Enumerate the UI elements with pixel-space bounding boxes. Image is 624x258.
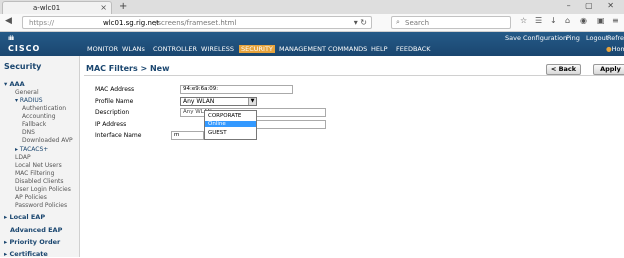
sidebar-item-aaa[interactable]: ▾ AAA <box>4 80 25 88</box>
sidebar-item-fallback[interactable]: Fallback <box>22 121 46 128</box>
back-arrow-icon[interactable]: ◀ <box>5 16 12 26</box>
app-header: ıılıılıı CISCO Save Configuration Ping L… <box>0 32 624 56</box>
home-label: Home <box>611 45 624 53</box>
tab-title: a-wlc01 <box>33 4 61 12</box>
logout-link[interactable]: Logout <box>586 34 608 42</box>
sidebar-item-mac-filtering[interactable]: MAC Filtering <box>15 170 54 177</box>
dropdown-option-corporate[interactable]: CORPORATE <box>208 113 241 119</box>
sidebar-item-accounting[interactable]: Accounting <box>22 113 56 120</box>
sidebar-item-radius[interactable]: ▾ RADIUS <box>15 97 43 104</box>
menu-commands[interactable]: COMMANDS <box>328 45 367 53</box>
download-icon[interactable]: ↓ <box>550 16 557 25</box>
back-button[interactable]: < Back <box>546 64 581 75</box>
ping-link[interactable]: Ping <box>566 34 580 42</box>
search-input[interactable]: ⌕ Search <box>391 16 511 29</box>
url-scheme: https:// <box>29 19 55 27</box>
cisco-logo: CISCO <box>8 44 41 53</box>
reload-icon[interactable]: ▾ ↻ <box>354 18 367 27</box>
save-configuration-link[interactable]: Save Configuration <box>505 34 567 42</box>
sidebar-item-authentication[interactable]: Authentication <box>22 105 66 112</box>
sidebar-item-user-login-policies[interactable]: User Login Policies <box>15 186 71 193</box>
sidebar-item-dns[interactable]: DNS <box>22 129 35 136</box>
profile-name-select[interactable]: Any WLAN ▼ <box>180 97 257 106</box>
home-link[interactable]: ●Home <box>606 45 624 53</box>
title-divider <box>84 75 624 76</box>
url-path: /screens/frameset.html <box>155 19 237 27</box>
description-label: Description <box>95 109 130 116</box>
bookmark-star-icon[interactable]: ☆ <box>520 16 527 25</box>
close-tab-icon[interactable]: × <box>100 3 107 12</box>
cisco-logo-icon: ıılıılıı <box>8 35 14 42</box>
extension-icon[interactable]: ▣ <box>597 16 605 25</box>
sidebar-item-disabled-clients[interactable]: Disabled Clients <box>15 178 63 185</box>
chat-icon[interactable]: ◉ <box>580 16 587 25</box>
mac-address-label: MAC Address <box>95 86 135 93</box>
new-tab-icon[interactable]: + <box>119 1 127 12</box>
sidebar-item-ldap[interactable]: LDAP <box>15 154 31 161</box>
sidebar-item-local-net-users[interactable]: Local Net Users <box>15 162 62 169</box>
reading-list-icon[interactable]: ☰ <box>535 16 542 25</box>
browser-tab[interactable]: a-wlc01 × <box>2 1 112 14</box>
sidebar-item-password-policies[interactable]: Password Policies <box>15 202 67 209</box>
sidebar-item-tacacs[interactable]: ▸ TACACS+ <box>15 146 48 153</box>
home-icon[interactable]: ⌂ <box>565 16 570 25</box>
interface-name-label: Interface Name <box>95 132 142 139</box>
address-bar[interactable]: https:// wlc01.sg.rig.net /screens/frame… <box>22 16 372 29</box>
menu-feedback[interactable]: FEEDBACK <box>396 45 431 53</box>
menu-controller[interactable]: CONTROLLER <box>153 45 197 53</box>
ip-address-label: IP Address <box>95 121 127 128</box>
search-icon: ⌕ <box>396 18 400 26</box>
page-title: MAC Filters > New <box>86 64 170 73</box>
menu-management[interactable]: MANAGEMENT <box>279 45 326 53</box>
ip-address-field[interactable] <box>257 120 326 129</box>
menu-wlans[interactable]: WLANs <box>122 45 145 53</box>
search-placeholder: Search <box>405 19 430 27</box>
profile-dropdown-list: CORPORATE Online GUEST <box>204 110 257 140</box>
profile-name-label: Profile Name <box>95 98 134 105</box>
sidebar-title: Security <box>4 62 42 71</box>
sidebar-item-downloaded-avp[interactable]: Downloaded AVP <box>22 137 73 144</box>
browser-tab-strip: a-wlc01 × + – ▢ ✕ <box>0 0 624 14</box>
profile-name-value: Any WLAN <box>183 98 215 105</box>
mac-address-field[interactable]: 94:e9:6a:09: <box>180 85 293 94</box>
sidebar-item-general[interactable]: General <box>15 89 39 96</box>
sidebar-item-priority-order[interactable]: ▸ Priority Order <box>4 238 60 246</box>
menu-monitor[interactable]: MONITOR <box>87 45 118 53</box>
chevron-down-icon[interactable]: ▼ <box>248 98 256 105</box>
url-host: wlc01.sg.rig.net <box>103 19 159 27</box>
menu-security[interactable]: SECURITY <box>239 45 275 53</box>
menu-help[interactable]: HELP <box>371 45 388 53</box>
menu-wireless[interactable]: WIRELESS <box>201 45 234 53</box>
interface-name-select[interactable]: m <box>171 131 204 140</box>
refresh-link[interactable]: Refresh <box>607 34 624 42</box>
sidebar-item-local-eap[interactable]: ▸ Local EAP <box>4 213 45 221</box>
dropdown-option-guest[interactable]: GUEST <box>208 130 227 136</box>
apply-button[interactable]: Apply <box>593 64 624 75</box>
sidebar-item-ap-policies[interactable]: AP Policies <box>15 194 47 201</box>
window-controls[interactable]: – ▢ ✕ <box>567 1 620 10</box>
menu-icon[interactable]: ≡ <box>612 16 619 25</box>
dropdown-option-online[interactable]: Online <box>205 121 256 127</box>
browser-nav-bar: ◀ https:// wlc01.sg.rig.net /screens/fra… <box>0 14 624 32</box>
sidebar-item-advanced-eap[interactable]: Advanced EAP <box>10 226 62 234</box>
